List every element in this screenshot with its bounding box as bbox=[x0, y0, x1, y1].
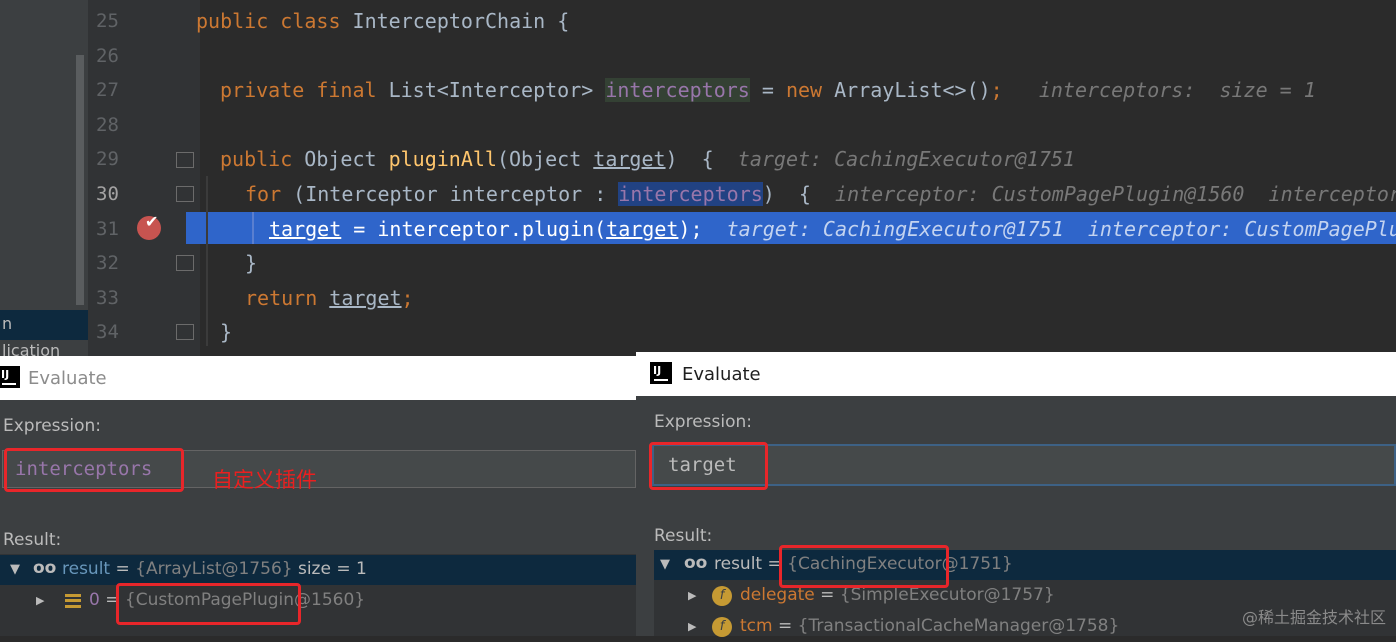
collapsed-triangle-icon[interactable]: ▶ bbox=[688, 589, 696, 602]
code-line-30: for (Interceptor interceptor : intercept… bbox=[245, 177, 1396, 211]
tree-row-result[interactable]: ▼ oo result = {CachingExecutor@1751} bbox=[654, 550, 1396, 580]
tree-row-item[interactable]: ▶ 0 = {CustomPagePlugin@1560} bbox=[0, 586, 636, 616]
annotation-label: 自定义插件 bbox=[212, 468, 317, 492]
line-number: 33 bbox=[96, 287, 119, 309]
line-number: 32 bbox=[96, 252, 119, 274]
line-number: 29 bbox=[96, 148, 119, 170]
dialog-title-bar[interactable]: IJ Evaluate bbox=[0, 356, 636, 400]
project-panel-selected-item[interactable] bbox=[0, 310, 88, 340]
highlight-box-result-right bbox=[779, 545, 949, 588]
fold-icon[interactable] bbox=[176, 255, 194, 271]
line-number: 30 bbox=[96, 183, 119, 205]
code-line-34: } bbox=[220, 320, 233, 344]
line-number: 25 bbox=[96, 10, 119, 32]
fold-icon[interactable] bbox=[176, 324, 194, 340]
project-panel-item[interactable]: n bbox=[2, 314, 12, 333]
highlight-box-expression-left bbox=[4, 448, 184, 492]
tree-row-result[interactable]: ▼ oo result = {ArrayList@1756} size = 1 bbox=[0, 555, 636, 585]
project-panel bbox=[0, 0, 88, 356]
code-line-25: public class InterceptorChain { bbox=[196, 9, 570, 33]
inline-debug-value: target: CachingExecutor@1751 interceptor… bbox=[726, 217, 1396, 241]
code-line-33: return target; bbox=[245, 286, 414, 310]
highlight-box-expression-right bbox=[649, 442, 768, 490]
evaluate-dialog-right: IJ Evaluate Expression: target Result: ▼… bbox=[636, 352, 1396, 637]
line-number: 31 bbox=[96, 218, 119, 240]
expression-label: Expression: bbox=[654, 412, 753, 432]
inline-debug-value: interceptor: CustomPagePlugin@1560 inter… bbox=[835, 182, 1396, 206]
fold-icon[interactable] bbox=[176, 152, 194, 168]
breakpoint-check-icon: ✔ bbox=[145, 212, 159, 231]
result-label: Result: bbox=[3, 530, 62, 550]
intellij-logo-icon: IJ bbox=[650, 362, 672, 384]
highlight-box-result-left bbox=[116, 583, 301, 625]
fold-icon[interactable] bbox=[176, 186, 194, 202]
dialog-title: Evaluate bbox=[682, 364, 761, 385]
watermark: @稀土掘金技术社区 bbox=[1241, 608, 1386, 627]
indent-guide bbox=[206, 176, 208, 346]
result-label: Result: bbox=[654, 526, 713, 546]
inline-debug-value: target: CachingExecutor@1751 bbox=[737, 147, 1075, 171]
code-line-27: private final List<Interceptor> intercep… bbox=[220, 78, 1316, 102]
line-number: 34 bbox=[96, 321, 119, 343]
expression-label: Expression: bbox=[3, 416, 102, 436]
line-number: 27 bbox=[96, 79, 119, 101]
field-icon: f bbox=[712, 617, 732, 637]
dialog-title-bar[interactable]: IJ Evaluate bbox=[636, 352, 1396, 396]
code-line-32: } bbox=[245, 251, 258, 275]
line-number: 26 bbox=[96, 45, 119, 67]
dialog-title: Evaluate bbox=[28, 368, 107, 389]
evaluate-dialog-left: IJ Evaluate Expression: interceptors Res… bbox=[0, 356, 636, 636]
result-tree[interactable]: ▼ oo result = {ArrayList@1756} size = 1 … bbox=[0, 554, 636, 636]
watch-glasses-icon: oo bbox=[33, 558, 57, 578]
collapsed-triangle-icon[interactable]: ▶ bbox=[36, 594, 44, 607]
watch-glasses-icon: oo bbox=[684, 553, 708, 573]
code-line-31: target = interceptor.plugin(target); tar… bbox=[269, 212, 1396, 246]
expand-triangle-icon[interactable]: ▼ bbox=[10, 562, 20, 577]
expand-triangle-icon[interactable]: ▼ bbox=[660, 557, 670, 572]
intellij-logo-icon: IJ bbox=[0, 366, 20, 388]
field-icon: f bbox=[712, 586, 732, 606]
line-number: 28 bbox=[96, 114, 119, 136]
collapsed-triangle-icon[interactable]: ▶ bbox=[688, 620, 696, 633]
project-panel-scrollbar[interactable] bbox=[76, 55, 84, 305]
inline-debug-value: interceptors: size = 1 bbox=[1038, 78, 1316, 102]
list-element-icon bbox=[65, 594, 81, 608]
code-line-29: public Object pluginAll(Object target) {… bbox=[220, 147, 1075, 171]
indent-guide bbox=[252, 212, 254, 244]
